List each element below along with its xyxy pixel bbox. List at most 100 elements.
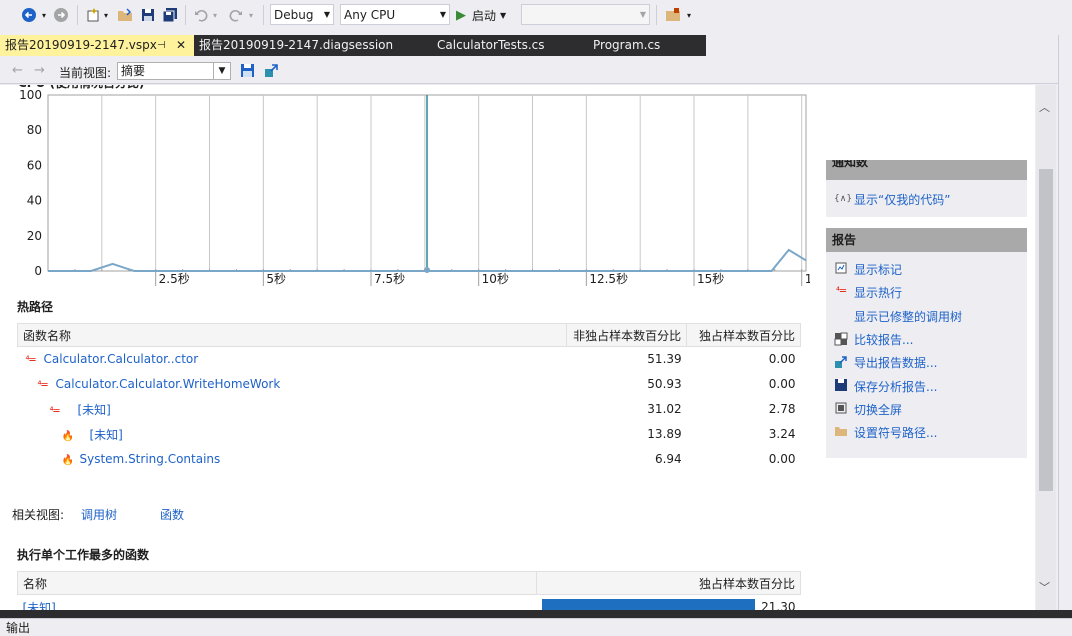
nav-back-icon[interactable]: ← xyxy=(12,63,23,78)
table-row[interactable]: 🔥 System.String.Contains 6.94 0.00 xyxy=(18,447,801,472)
close-icon[interactable]: ✕ xyxy=(176,35,186,56)
exclusive-value: 3.24 xyxy=(768,427,796,441)
current-view-select[interactable]: 摘要 ▼ xyxy=(117,62,231,80)
scroll-up-icon[interactable]: ︿ xyxy=(1039,99,1050,115)
export-report-data-link[interactable]: 导出报告数据... xyxy=(834,353,937,371)
chart-y-ticks: 100 80 60 40 20 0 xyxy=(19,88,42,278)
undo-icon[interactable] xyxy=(190,4,212,26)
y-tick-label: 0 xyxy=(34,264,42,278)
just-my-code-link[interactable]: {∧} 显示“仅我的代码” xyxy=(834,190,950,208)
column-header-exclusive[interactable]: 独占样本数百分比 xyxy=(536,571,801,595)
tab-calculator-tests[interactable]: CalculatorTests.cs xyxy=(432,35,582,56)
open-folder-icon[interactable] xyxy=(114,4,136,26)
show-markers-label: 显示标记 xyxy=(854,262,903,277)
start-button[interactable]: ▶ 启动 ▼ xyxy=(456,4,516,26)
brackets-icon: {∧} xyxy=(834,194,853,204)
export-view-icon[interactable] xyxy=(264,63,279,81)
function-link[interactable]: [未知] xyxy=(23,601,56,610)
show-markers-link[interactable]: 显示标记 xyxy=(834,260,902,278)
y-tick-label: 60 xyxy=(27,158,42,172)
column-header-function-name[interactable]: 函数名称 xyxy=(16,323,568,347)
debug-target-select[interactable]: ▼ xyxy=(521,4,650,25)
column-header-name[interactable]: 名称 xyxy=(16,571,538,595)
pin-icon[interactable]: ⊣ xyxy=(157,35,166,56)
tab-program[interactable]: Program.cs xyxy=(588,35,698,56)
current-view-value: 摘要 xyxy=(121,64,146,78)
chevron-down-icon: ▼ xyxy=(439,10,446,19)
tab-label: Program.cs xyxy=(593,38,661,52)
undo-dropdown-icon[interactable]: ▾ xyxy=(211,4,219,26)
flame-icon: 🔥 xyxy=(61,430,74,442)
new-project-icon[interactable] xyxy=(82,4,104,26)
table-row[interactable]: ⁴═ Calculator.Calculator.WriteHomeWork 50… xyxy=(18,372,801,397)
show-hot-lines-link[interactable]: ⁴═ 显示热行 xyxy=(834,283,902,301)
configuration-value: Debug xyxy=(274,7,314,22)
export-icon xyxy=(834,355,848,369)
scroll-down-icon[interactable]: ﹀ xyxy=(1039,579,1050,595)
table-row[interactable]: [未知] 21.30 xyxy=(18,595,801,610)
top-functions-title: 执行单个工作最多的函数 xyxy=(17,548,150,562)
functions-link[interactable]: 函数 xyxy=(160,506,184,523)
column-header-exclusive[interactable]: 独占样本数百分比 xyxy=(686,323,801,347)
fullscreen-icon xyxy=(834,402,848,416)
save-analysis-report-link[interactable]: 保存分析报告... xyxy=(834,377,937,395)
exclusive-cell: 21.30 xyxy=(537,595,801,610)
nav-forward-icon[interactable]: → xyxy=(34,63,45,78)
show-trimmed-call-tree-link[interactable]: 显示已修整的调用树 xyxy=(834,307,962,325)
function-link[interactable]: [未知] xyxy=(90,428,123,442)
show-hot-lines-label: 显示热行 xyxy=(854,285,903,300)
bottom-divider xyxy=(0,610,1072,618)
function-link[interactable]: System.String.Contains xyxy=(80,452,221,466)
output-panel-tab[interactable]: 输出 xyxy=(0,618,1072,636)
function-link[interactable]: [未知] xyxy=(78,403,111,417)
save-all-icon[interactable] xyxy=(159,4,181,26)
save-icon xyxy=(834,379,848,393)
compare-reports-link[interactable]: 比较报告... xyxy=(834,330,913,348)
tab-label: 报告20190919-2147.diagsession xyxy=(199,38,394,52)
function-link[interactable]: Calculator.Calculator.WriteHomeWork xyxy=(56,377,281,391)
redo-icon[interactable] xyxy=(225,4,247,26)
right-tool-strip xyxy=(1058,35,1072,610)
x-tick-label: 10秒 xyxy=(482,272,509,286)
report-scrollbar[interactable]: ︿ ﹀ xyxy=(1036,85,1056,610)
column-header-inclusive[interactable]: 非独占样本数百分比 xyxy=(566,323,688,347)
chevron-down-icon: ▼ xyxy=(639,10,646,19)
start-label: 启动 xyxy=(472,8,497,23)
save-view-icon[interactable] xyxy=(240,63,255,81)
exclusive-bar xyxy=(541,599,755,610)
redo-dropdown-icon[interactable]: ▾ xyxy=(247,4,255,26)
back-dropdown-icon[interactable]: ▾ xyxy=(40,4,48,26)
new-dropdown-icon[interactable]: ▾ xyxy=(102,4,110,26)
y-tick-label: 80 xyxy=(27,123,42,137)
set-symbol-path-link[interactable]: 设置符号路径... xyxy=(834,423,937,441)
chevron-down-icon: ▼ xyxy=(213,63,230,79)
table-row[interactable]: 🔥 [未知] 13.89 3.24 xyxy=(18,422,801,447)
x-tick-label: 12.5秒 xyxy=(589,272,628,286)
tab-diagsession[interactable]: 报告20190919-2147.diagsession xyxy=(194,35,414,56)
y-tick-label: 20 xyxy=(27,229,42,243)
platform-select[interactable]: Any CPU ▼ xyxy=(340,4,450,25)
tab-vspx-report[interactable]: 报告20190919-2147.vspx ⊣ ✕ xyxy=(0,35,194,56)
table-row[interactable]: ⁴═ [未知] 31.02 2.78 xyxy=(18,397,801,422)
toggle-fullscreen-link[interactable]: 切换全屏 xyxy=(834,400,902,418)
hot-path-title: 热路径 xyxy=(17,300,54,314)
toolbar-overflow-icon[interactable]: ▾ xyxy=(684,4,694,26)
report-header: 报告 xyxy=(826,228,1027,252)
chart-title: CPU (使用情况百分比) xyxy=(18,85,145,90)
save-icon[interactable] xyxy=(137,4,159,26)
back-icon[interactable] xyxy=(18,4,40,26)
x-tick-label: 5秒 xyxy=(266,272,286,286)
find-icon[interactable] xyxy=(662,4,684,26)
scroll-thumb[interactable] xyxy=(1039,169,1053,491)
exclusive-value: 0.00 xyxy=(768,377,796,391)
function-link[interactable]: Calculator.Calculator..ctor xyxy=(44,352,199,366)
configuration-select[interactable]: Debug ▼ xyxy=(270,4,334,25)
table-row[interactable]: ⁴═ Calculator.Calculator..ctor 51.39 0.00 xyxy=(18,347,801,372)
notifications-header: 通知数 xyxy=(826,160,1027,180)
main-toolbar: ▾ ▾ ▾ ▾ Debug ▼ Any CPU ▼ ▶ 启动 ▼ ▼ ▾ xyxy=(0,0,1072,32)
tab-label: 报告20190919-2147.vspx xyxy=(5,38,157,52)
x-tick-label: 7.5秒 xyxy=(374,272,405,286)
call-tree-link[interactable]: 调用树 xyxy=(81,506,117,523)
x-tick-label: 15秒 xyxy=(697,272,724,286)
forward-icon[interactable] xyxy=(50,4,72,26)
